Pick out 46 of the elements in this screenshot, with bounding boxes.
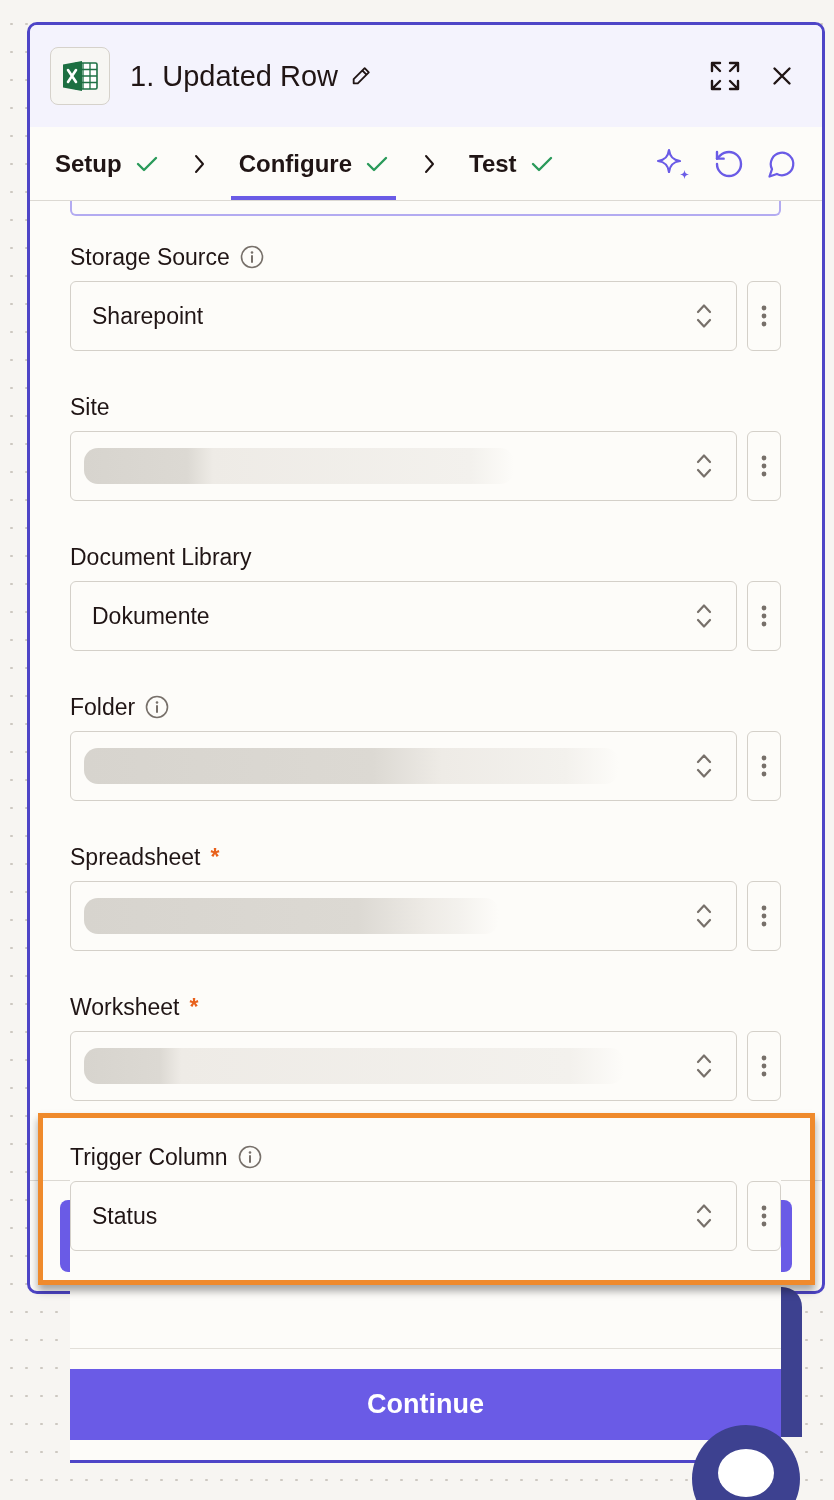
select-field[interactable]	[70, 431, 737, 501]
required-marker: *	[210, 845, 220, 869]
select-field[interactable]: Status	[70, 1181, 737, 1251]
kebab-icon	[761, 755, 767, 777]
select-field[interactable]	[70, 881, 737, 951]
more-options-button[interactable]	[747, 1181, 781, 1251]
select-field[interactable]	[70, 1031, 737, 1101]
step-tab[interactable]: Configure	[230, 127, 396, 200]
info-icon[interactable]	[237, 1145, 262, 1169]
kebab-icon	[761, 1205, 767, 1227]
chat-button[interactable]	[690, 1423, 802, 1500]
info-icon[interactable]	[239, 245, 264, 269]
field-label: Site	[70, 395, 110, 419]
expand-icon[interactable]	[709, 60, 741, 92]
step-tab[interactable]: Setup	[47, 127, 166, 200]
kebab-icon	[761, 905, 767, 927]
more-options-button[interactable]	[747, 731, 781, 801]
kebab-icon	[761, 305, 767, 327]
chevron-right-icon	[193, 153, 205, 174]
field-label: Storage Source	[70, 245, 230, 269]
panel-title: 1. Updated Row	[130, 59, 338, 93]
select-field[interactable]: Sharepoint	[70, 281, 737, 351]
input-field[interactable]	[70, 201, 781, 216]
more-options-button[interactable]	[747, 431, 781, 501]
select-field[interactable]	[70, 731, 737, 801]
field-label: Trigger Column	[70, 1145, 228, 1169]
more-options-button[interactable]	[747, 281, 781, 351]
more-options-button[interactable]	[747, 1031, 781, 1101]
close-icon[interactable]	[772, 66, 792, 86]
step-tab[interactable]: Test	[461, 127, 561, 200]
kebab-icon	[761, 455, 767, 477]
sparkle-icon[interactable]	[655, 146, 691, 181]
field-label: Spreadsheet	[70, 845, 201, 869]
info-icon[interactable]	[145, 695, 170, 719]
kebab-icon	[761, 605, 767, 627]
select-field[interactable]: Dokumente	[70, 581, 737, 651]
chevron-right-icon	[424, 153, 435, 174]
kebab-icon	[761, 1055, 767, 1077]
required-marker: *	[189, 995, 199, 1019]
spreadsheet-icon	[50, 47, 110, 105]
field-label: Folder	[70, 695, 136, 719]
more-options-button[interactable]	[747, 581, 781, 651]
field-label: Worksheet	[70, 995, 180, 1019]
field-label: Document Library	[70, 545, 252, 569]
continue-button[interactable]: Continue	[70, 1369, 781, 1440]
more-options-button[interactable]	[747, 881, 781, 951]
